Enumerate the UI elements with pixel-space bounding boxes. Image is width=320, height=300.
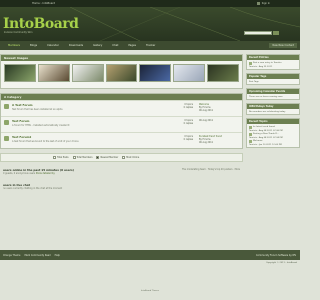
sidebar-box: Recent Topics its latest trend found Tou… (246, 118, 300, 148)
sidebar-line: Tourists - Aug 08 2011 07:34 PM (249, 136, 283, 139)
image-thumb[interactable] (105, 64, 138, 82)
sidebar-box: IOBirthdays Today No members are celebra… (246, 103, 300, 115)
user-icon (256, 2, 260, 5)
sidebar-line[interactable]: Welcome (253, 140, 263, 142)
images-panel: Newest Images (0, 54, 243, 89)
nav-item-chat[interactable]: Chat (107, 44, 123, 47)
change-theme-link[interactable]: Change Theme (3, 254, 20, 257)
breadcrumb[interactable]: Home › IntoBoard (32, 2, 55, 5)
nav-item-gallery[interactable]: Gallery (88, 44, 107, 47)
nav-item-members[interactable]: Members (3, 44, 25, 47)
legend-item: Total Posts (53, 156, 69, 159)
sidebar-line: Tourists - Jan 10 2011 12:00 PM (249, 143, 282, 146)
online-right-links[interactable]: The moderating team · Today's top 20 pos… (182, 168, 240, 171)
image-strip (1, 61, 242, 88)
sidebar-box: Recent Entries Post a new entry in Touri… (246, 54, 300, 70)
search-input[interactable] (244, 31, 272, 35)
last-post-date: 06 Aug 2011 (199, 109, 214, 112)
site-logo[interactable]: IntoBoard (3, 16, 79, 32)
search-button[interactable] (273, 31, 279, 35)
sidebar-line: Tourists - Aug 08 2011 07:36 PM (249, 129, 283, 132)
sidebar-line[interactable]: Post Tags (249, 81, 297, 83)
sidebar-box: Upcoming Calendar Events There are no it… (246, 88, 300, 100)
nav-item-tracker[interactable]: Tracker (141, 44, 160, 47)
forum-title[interactable]: Test Forum2 (12, 135, 169, 139)
theme-credit[interactable]: IntoBoard Theme (0, 290, 300, 292)
copyright: Copyright © 2011 - IntoBoard (265, 262, 297, 264)
legend-item: Newest Member (96, 156, 118, 159)
nav-item-blogs[interactable]: Blogs (25, 44, 42, 47)
image-thumb[interactable] (173, 64, 206, 82)
nav-item-calendar[interactable]: Calendar (42, 44, 64, 47)
sidebar-line[interactable]: Post a new entry in Tourists (253, 62, 282, 64)
forum-title[interactable]: A Test Forum (12, 103, 169, 107)
top-bar: Home › IntoBoard Sign In (0, 0, 300, 7)
legend-item: Most Online (122, 156, 139, 159)
forum-status-icon (4, 136, 9, 141)
nav-item-downloads[interactable]: Downloads (64, 44, 88, 47)
topic-icon (249, 139, 252, 143)
sidebar-line[interactable]: its latest trend found (253, 126, 275, 128)
main-column: Newest Images A Category A Test Forum Te… (0, 54, 243, 192)
forum-last-post: 06 Aug 2011 (199, 119, 239, 122)
footer-bar: Change Theme Mark Community Read Help Co… (0, 250, 300, 260)
image-thumb[interactable] (139, 64, 172, 82)
forum-description: A test forum that we bound to the last o… (12, 140, 79, 143)
topic-icon (249, 132, 252, 136)
online-sub: 0 guests, 0 anonymous users (3, 172, 36, 175)
new-content-button[interactable]: View New Content (269, 43, 297, 48)
site-header: IntoBoard Invision Community Skin (0, 7, 300, 41)
square-icon (122, 156, 126, 159)
stats-legend: Total Posts Total Members Newest Member … (0, 153, 243, 162)
forum-description: Test forum that has been installed at an… (12, 108, 63, 111)
sidebar-line[interactable]: Posting a New Thank D... (253, 133, 279, 135)
main-nav: Members Blogs Calendar Downloads Gallery… (0, 41, 300, 50)
image-thumb[interactable] (37, 64, 70, 82)
sidebar-line: There are no items coming soon (249, 95, 283, 98)
square-icon (72, 156, 76, 159)
sidebar-line: Tourists - Aug 25 2011 (249, 65, 273, 68)
legend-item: Total Members (72, 156, 92, 159)
forum-row: Test Forum2 A test forum that we bound t… (1, 132, 242, 148)
sidebar: Recent Entries Post a new entry in Touri… (246, 54, 300, 151)
forum-description: A forum for HTML - Installed automatical… (12, 124, 70, 127)
last-post-date: 06 Aug 2011 (199, 141, 214, 144)
sign-in-link[interactable]: Sign In (262, 2, 270, 5)
category-panel: A Category A Test Forum Test forum that … (0, 93, 243, 149)
entry-icon (249, 61, 252, 65)
nav-item-pages[interactable]: Pages (123, 44, 141, 47)
online-detail-link[interactable]: Show detailed by (36, 172, 55, 175)
square-icon (96, 156, 100, 159)
square-icon (53, 156, 56, 159)
site-tagline: Invision Community Skin (4, 31, 33, 34)
footer-credit-link[interactable]: Community Forum Software by IPS (256, 254, 296, 257)
user-area[interactable]: Sign In (256, 2, 270, 5)
image-thumb[interactable] (207, 64, 240, 82)
online-section: The moderating team · Today's top 20 pos… (0, 166, 243, 192)
forum-row: A Test Forum Test forum that has been in… (1, 100, 242, 116)
last-post-date: 06 Aug 2011 (199, 119, 214, 122)
page-bottom (0, 269, 300, 300)
image-thumb[interactable] (71, 64, 104, 82)
forum-stats: 0 topics 0 replies (183, 119, 193, 125)
sidebar-line: No members are celebrating today (249, 110, 286, 113)
chat-sub: no users currently chatting in the chat … (3, 187, 63, 190)
forum-row: Test Forum A forum for HTML - Installed … (1, 116, 242, 132)
forum-title[interactable]: Test Forum (12, 119, 169, 123)
forum-stats: 0 topics 0 replies (183, 135, 193, 141)
forum-last-post: Welcome By Forums 06 Aug 2011 (199, 103, 239, 112)
forum-status-icon (4, 120, 9, 125)
image-thumb[interactable] (4, 64, 36, 82)
forum-last-post: Its latest trend found By Forums 06 Aug … (199, 135, 239, 144)
topic-icon (249, 125, 252, 129)
help-link[interactable]: Help (55, 254, 60, 257)
forum-status-icon (4, 104, 9, 109)
sidebar-box: Popular Tags Post Tags (246, 73, 300, 85)
forum-stats: 0 topics 0 replies (183, 103, 193, 109)
mark-read-link[interactable]: Mark Community Read (24, 254, 50, 257)
